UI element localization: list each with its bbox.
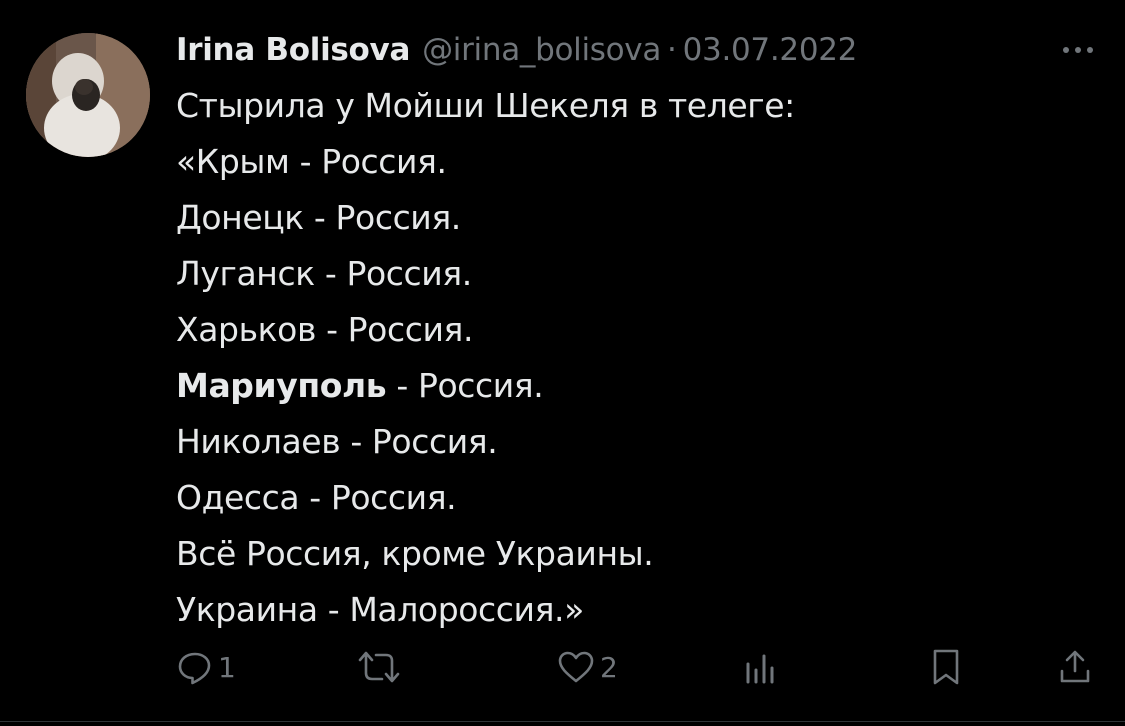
tweet-line: Луганск - Россия. [176, 254, 472, 293]
like-count: 2 [600, 650, 618, 684]
tweet-line: Всё Россия, кроме Украины. [176, 534, 654, 573]
tweet-line: «Крым - Россия. [176, 142, 447, 181]
tweet-line-rest: - Россия. [386, 366, 544, 405]
bookmark-button[interactable] [928, 640, 964, 694]
author-handle[interactable]: @irina_bolisova [422, 32, 661, 68]
tweet-line: Харьков - Россия. [176, 310, 474, 349]
tweet-line: Украина - Малороссия.» [176, 590, 584, 629]
share-button[interactable] [1055, 640, 1095, 694]
more-options-button[interactable] [1058, 38, 1098, 62]
retweet-icon [358, 651, 400, 683]
divider [0, 721, 1125, 722]
reply-icon [178, 652, 211, 685]
reply-button[interactable]: 1 [176, 640, 236, 694]
author-name[interactable]: Irina Bolisova [176, 32, 410, 68]
tweet-header: Irina Bolisova @irina_bolisova · 03.07.202… [176, 28, 857, 72]
tweet: Irina Bolisova @irina_bolisova · 03.07.202… [0, 0, 1125, 726]
tweet-line: Николаев - Россия. [176, 422, 498, 461]
avatar-photo [26, 33, 150, 157]
tweet-text: Стырила у Мойши Шекеля в телеге: «Крым -… [176, 78, 1096, 638]
share-icon [1060, 650, 1090, 683]
tweet-meta: @irina_bolisova · 03.07.2022 [422, 32, 857, 68]
tweet-line: Донецк - Россия. [176, 198, 461, 237]
tweet-line: Мариуполь - Россия. [176, 358, 1096, 414]
tweet-line-bold: Мариуполь [176, 366, 387, 405]
action-bar: 1 2 [0, 640, 1125, 694]
reply-count: 1 [218, 650, 236, 684]
bar-chart-icon [746, 654, 774, 684]
tweet-line: Одесса - Россия. [176, 478, 457, 517]
tweet-date[interactable]: 03.07.2022 [683, 32, 858, 68]
bookmark-icon [933, 649, 959, 685]
retweet-button[interactable] [354, 640, 408, 694]
meta-separator: · [667, 32, 677, 68]
avatar[interactable] [26, 33, 150, 157]
views-button[interactable] [742, 640, 782, 694]
like-button[interactable]: 2 [556, 640, 618, 694]
ellipsis-icon [1063, 47, 1093, 53]
heart-icon [558, 651, 594, 683]
tweet-line: Стырила у Мойши Шекеля в телеге: [176, 86, 795, 125]
